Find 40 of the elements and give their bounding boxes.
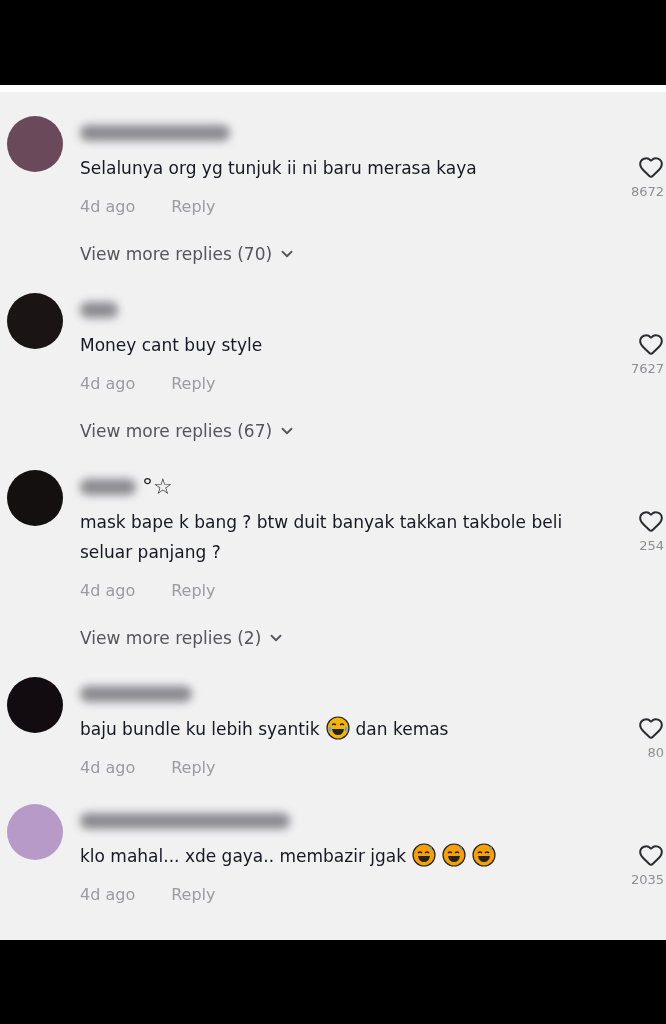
comment-text: mask bape k bang ? btw duit banyak takkan takbole beli seluar panjang ? bbox=[80, 512, 563, 562]
view-more-replies-link[interactable]: View more replies (70) bbox=[80, 241, 297, 267]
comment-text: klo mahal... xde gaya.. membazir jgak bbox=[80, 846, 407, 866]
like-count: 8672 bbox=[630, 184, 664, 199]
comment-time: 4d ago bbox=[80, 580, 136, 602]
reply-link[interactable]: Reply bbox=[171, 195, 216, 219]
reply-link[interactable]: Reply bbox=[171, 372, 216, 396]
reply-link[interactable]: Reply bbox=[171, 883, 216, 907]
grinning-sweat-emoji-icon bbox=[412, 843, 437, 867]
avatar[interactable] bbox=[7, 677, 63, 733]
avatar[interactable] bbox=[7, 293, 63, 349]
laughing-tears-emoji-icon bbox=[325, 716, 350, 740]
comment-time: 4d ago bbox=[80, 884, 136, 906]
comment-time: 4d ago bbox=[80, 196, 136, 218]
view-more-replies-link[interactable]: View more replies (2) bbox=[80, 625, 286, 651]
grinning-sweat-emoji-icon bbox=[442, 843, 467, 867]
like-count: 2035 bbox=[630, 872, 664, 887]
heart-icon[interactable] bbox=[638, 154, 664, 180]
heart-icon[interactable] bbox=[638, 331, 664, 357]
comment-text: dan kemas bbox=[355, 719, 449, 739]
heart-icon[interactable] bbox=[638, 842, 664, 868]
username-suffix: °☆ bbox=[142, 473, 173, 501]
like-count: 80 bbox=[647, 745, 664, 760]
comment-text: baju bundle ku lebih syantik bbox=[80, 719, 320, 739]
like-count: 7627 bbox=[630, 361, 664, 376]
avatar[interactable] bbox=[7, 470, 63, 526]
blurred-username bbox=[80, 302, 118, 318]
reply-link[interactable]: Reply bbox=[171, 756, 216, 780]
heart-icon[interactable] bbox=[638, 715, 664, 741]
avatar[interactable] bbox=[7, 116, 63, 172]
grinning-sweat-emoji-icon bbox=[472, 843, 497, 867]
blurred-username bbox=[80, 479, 136, 495]
like-count: 254 bbox=[639, 538, 664, 553]
view-more-replies-link[interactable]: View more replies (67) bbox=[80, 418, 297, 444]
comment-text: Selalunya org yg tunjuk ii ni baru merasa kaya bbox=[80, 158, 477, 178]
comment-time: 4d ago bbox=[80, 373, 136, 395]
reply-link[interactable]: Reply bbox=[171, 579, 216, 603]
comment-time: 4d ago bbox=[80, 757, 136, 779]
comment-text: Money cant buy style bbox=[80, 335, 263, 355]
heart-icon[interactable] bbox=[638, 508, 664, 534]
